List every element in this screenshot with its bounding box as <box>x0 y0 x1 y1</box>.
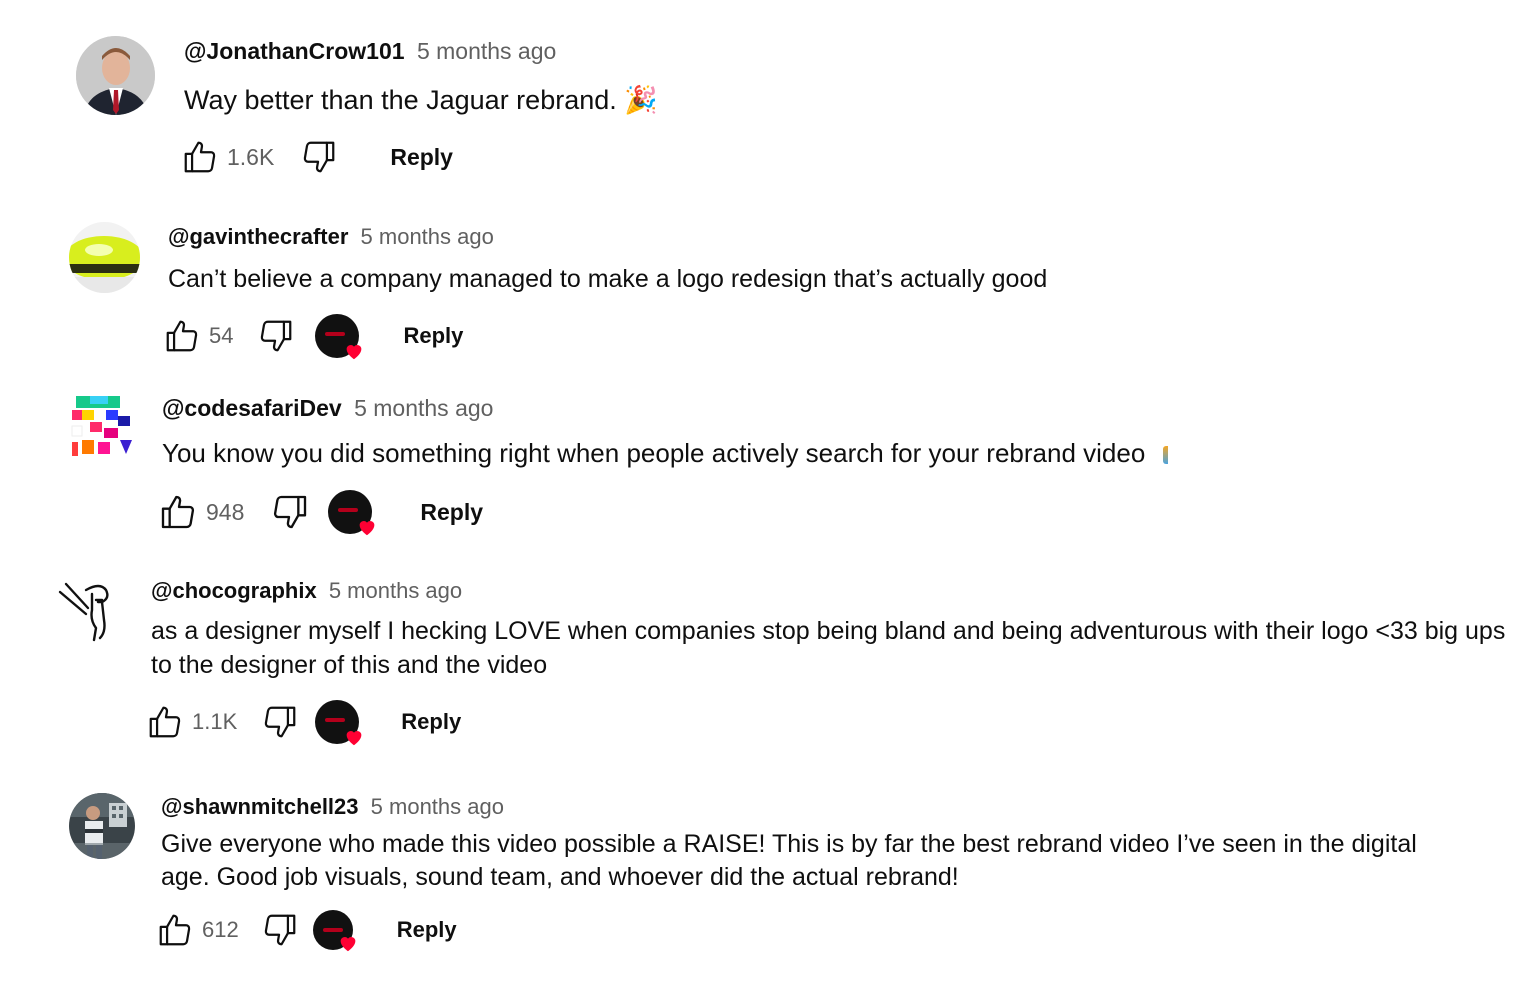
like-count: 54 <box>209 323 234 348</box>
comment-author[interactable]: @codesafariDev <box>162 395 342 421</box>
creator-heart-badge <box>328 490 375 536</box>
thumbs-up-icon <box>161 495 195 529</box>
dislike-button[interactable] <box>261 703 299 741</box>
dislike-button[interactable] <box>257 317 295 355</box>
comment-timestamp[interactable]: 5 months ago <box>329 578 462 603</box>
comment-text: You know you did something right when pe… <box>162 435 1168 471</box>
like-button[interactable]: 54 <box>163 317 233 355</box>
like-button[interactable]: 1.1K <box>146 703 237 741</box>
reply-button[interactable]: Reply <box>420 499 483 526</box>
reply-button[interactable]: Reply <box>401 709 461 735</box>
thumbs-up-icon <box>184 141 216 173</box>
like-count: 948 <box>206 498 245 525</box>
comment-author[interactable]: @shawnmitchell23 <box>161 794 359 819</box>
comment-text-content: You know you did something right when pe… <box>162 438 1146 468</box>
thumbs-up-icon <box>166 320 198 352</box>
creator-heart-badge <box>315 314 362 360</box>
like-button[interactable]: 612 <box>156 911 239 949</box>
thumbs-down-icon <box>274 495 307 529</box>
emoji-fragment <box>1162 446 1168 465</box>
dislike-button[interactable] <box>300 138 338 176</box>
avatar[interactable] <box>69 793 135 859</box>
comment-timestamp[interactable]: 5 months ago <box>371 794 504 819</box>
thumbs-down-icon <box>304 141 335 173</box>
like-button[interactable]: 1.6K <box>181 138 274 176</box>
comment-text: Way better than the Jaguar rebrand. 🎉 <box>184 85 658 115</box>
dislike-button[interactable] <box>270 492 310 532</box>
comment-text: as a designer myself I hecking LOVE when… <box>151 617 1506 679</box>
thumbs-down-icon <box>261 320 292 352</box>
like-button[interactable]: 948 <box>158 492 244 532</box>
like-count: 1.6K <box>227 143 275 170</box>
avatar[interactable] <box>70 396 134 460</box>
like-count: 1.1K <box>192 709 238 734</box>
heart-icon <box>347 345 362 360</box>
dislike-button[interactable] <box>261 911 299 949</box>
reply-button[interactable]: Reply <box>390 144 453 171</box>
comment-timestamp[interactable]: 5 months ago <box>361 224 494 249</box>
thumbs-up-icon <box>159 914 191 946</box>
thumbs-down-icon <box>265 706 296 738</box>
thumbs-up-icon <box>149 706 181 738</box>
heart-icon <box>360 521 375 536</box>
creator-heart-badge <box>312 910 356 952</box>
heart-icon <box>346 731 362 746</box>
comment-timestamp[interactable]: 5 months ago <box>354 395 493 421</box>
avatar[interactable] <box>69 222 140 293</box>
reply-button[interactable]: Reply <box>397 917 457 943</box>
comment-timestamp[interactable]: 5 months ago <box>417 38 556 64</box>
reply-button[interactable]: Reply <box>403 323 463 349</box>
comment-author[interactable]: @JonathanCrow101 <box>184 38 405 64</box>
comment-text: Can’t believe a company managed to make … <box>168 265 1048 293</box>
avatar[interactable] <box>56 580 118 642</box>
avatar[interactable] <box>76 36 155 115</box>
comment-text: Give everyone who made this video possib… <box>161 830 1417 891</box>
creator-heart-badge <box>315 700 362 746</box>
thumbs-down-icon <box>264 914 296 946</box>
comment-author[interactable]: @gavinthecrafter <box>168 224 348 249</box>
heart-icon <box>340 937 356 952</box>
like-count: 612 <box>202 917 239 942</box>
comment-author[interactable]: @chocographix <box>151 578 317 603</box>
